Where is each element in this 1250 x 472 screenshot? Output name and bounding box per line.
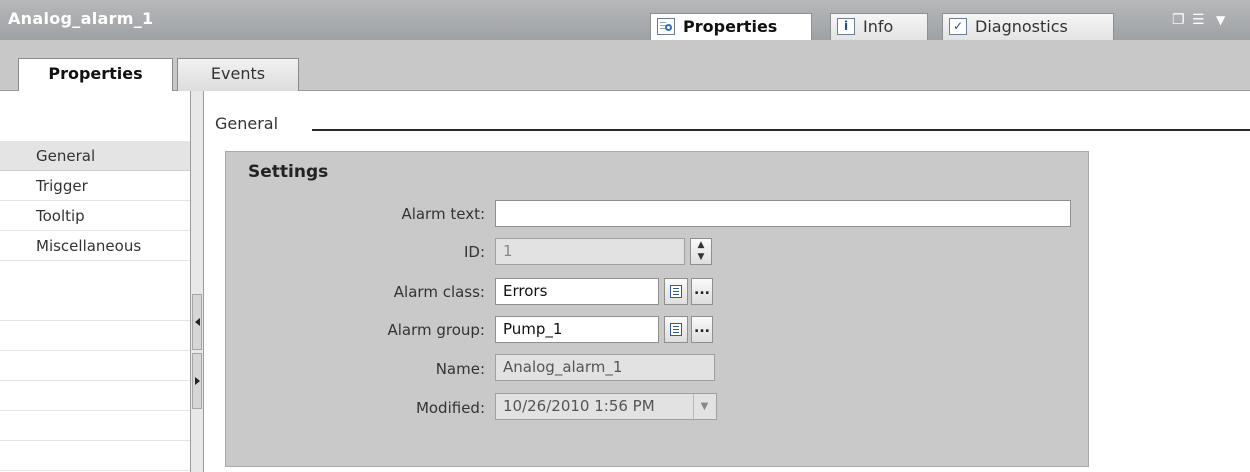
id-label: ID: <box>463 243 485 261</box>
info-icon: i <box>837 18 855 35</box>
alarm-text-input[interactable] <box>495 200 1071 227</box>
section-title: General <box>215 114 279 133</box>
alarm-group-list-button[interactable] <box>664 316 688 343</box>
alarm-group-label: Alarm group: <box>387 321 485 339</box>
window-title: Analog_alarm_1 <box>8 9 154 28</box>
title-bar: Analog_alarm_1 Properties i Info ✓ Diagn… <box>0 0 1250 40</box>
arrow-right-icon <box>195 377 200 385</box>
tab-diagnostics[interactable]: ✓ Diagnostics <box>942 13 1114 40</box>
modified-label: Modified: <box>415 399 485 417</box>
subtab-events[interactable]: Events <box>177 58 299 91</box>
alarm-class-label: Alarm class: <box>393 283 485 301</box>
name-label: Name: <box>435 360 485 378</box>
alarm-class-field[interactable]: Errors <box>495 278 659 305</box>
modified-field: 10/26/2010 1:56 PM ▼ <box>495 393 717 421</box>
collapse-left-button[interactable] <box>192 294 202 350</box>
id-field: 1 <box>495 238 685 265</box>
restore-icon[interactable]: ❐ <box>1172 12 1185 28</box>
list-picker-icon <box>670 285 682 298</box>
left-nav: General Trigger Tooltip Miscellaneous <box>0 91 190 472</box>
section-divider <box>312 129 1250 131</box>
modified-value: 10/26/2010 1:56 PM <box>503 397 655 415</box>
chevron-down-icon[interactable]: ▼ <box>693 394 715 421</box>
name-field: Analog_alarm_1 <box>495 354 715 381</box>
settings-title: Settings <box>248 162 329 182</box>
expand-right-button[interactable] <box>192 353 202 409</box>
tab-diagnostics-label: Diagnostics <box>975 17 1068 36</box>
alarm-class-browse-button[interactable]: ... <box>691 278 713 305</box>
alarm-class-list-button[interactable] <box>664 278 688 305</box>
id-spinner[interactable]: ▲ ▼ <box>690 238 712 265</box>
dropdown-icon[interactable]: ▼ <box>1216 12 1225 28</box>
nav-item-miscellaneous[interactable]: Miscellaneous <box>0 231 190 261</box>
nav-item-tooltip[interactable]: Tooltip <box>0 201 190 231</box>
nav-empty-rows <box>0 291 190 471</box>
arrow-left-icon <box>195 318 200 326</box>
spin-up-icon[interactable]: ▲ <box>691 239 711 251</box>
list-icon[interactable]: ☰ <box>1192 12 1205 28</box>
diagnostics-icon: ✓ <box>949 18 967 35</box>
tab-properties-label: Properties <box>683 17 778 36</box>
properties-icon <box>657 18 675 35</box>
subtab-properties[interactable]: Properties <box>18 58 173 92</box>
nav-item-general[interactable]: General <box>0 141 190 171</box>
tab-properties[interactable]: Properties <box>650 13 812 40</box>
spin-down-icon[interactable]: ▼ <box>691 251 711 263</box>
tab-info[interactable]: i Info <box>830 13 928 40</box>
alarm-group-browse-button[interactable]: ... <box>691 316 713 343</box>
tab-info-label: Info <box>863 17 894 36</box>
alarm-group-field[interactable]: Pump_1 <box>495 316 659 343</box>
alarm-text-label: Alarm text: <box>401 205 485 223</box>
window-controls: ❐ ☰ ▼ <box>1172 12 1242 30</box>
nav-item-trigger[interactable]: Trigger <box>0 171 190 201</box>
subtab-bar: Properties Events <box>0 40 1250 92</box>
list-picker-icon <box>670 323 682 336</box>
panel-splitter[interactable] <box>190 91 204 472</box>
